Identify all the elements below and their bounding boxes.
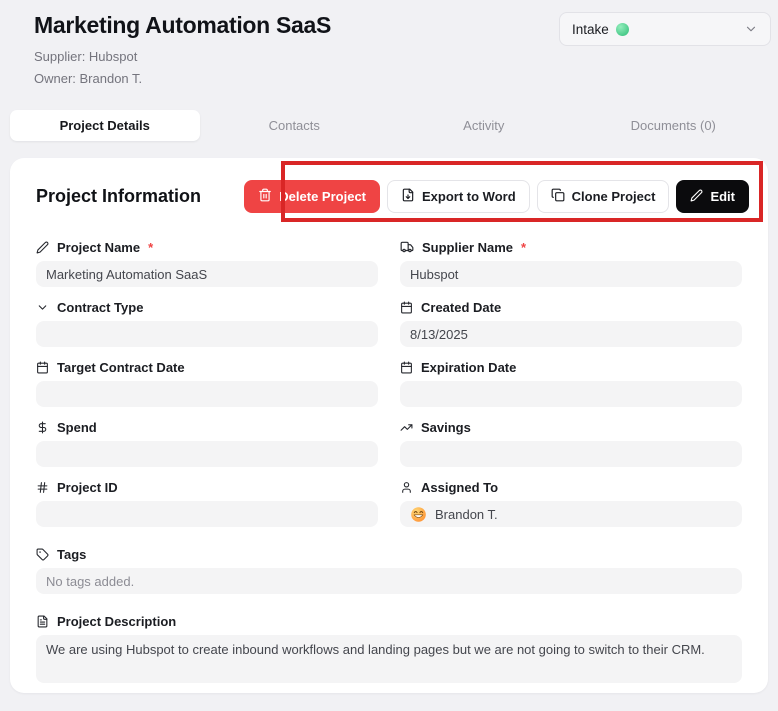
card-header: Project Information Delete Project Expor… xyxy=(10,158,768,213)
project-details-form: Project Name * Marketing Automation SaaS… xyxy=(10,213,768,683)
field-project-name: Project Name * Marketing Automation SaaS xyxy=(36,239,378,287)
pencil-icon xyxy=(690,189,703,205)
file-text-icon xyxy=(36,615,49,628)
field-expiration-date: Expiration Date xyxy=(400,359,742,407)
required-asterisk: * xyxy=(521,240,526,255)
field-label: Supplier Name xyxy=(422,240,513,255)
tab-activity[interactable]: Activity xyxy=(389,110,579,141)
field-label: Spend xyxy=(57,420,97,435)
project-id-value[interactable] xyxy=(36,501,378,527)
field-project-description: Project Description We are using Hubspot… xyxy=(36,613,742,683)
field-project-id: Project ID xyxy=(36,479,378,527)
hash-icon xyxy=(36,481,49,494)
user-icon xyxy=(400,481,413,494)
calendar-icon xyxy=(400,361,413,374)
project-description-value[interactable]: We are using Hubspot to create inbound w… xyxy=(36,635,742,683)
file-down-icon xyxy=(401,188,415,205)
field-label: Assigned To xyxy=(421,480,498,495)
supplier-name-value[interactable]: Hubspot xyxy=(400,261,742,287)
tab-bar: Project Details Contacts Activity Docume… xyxy=(10,110,768,141)
tab-project-details[interactable]: Project Details xyxy=(10,110,200,141)
field-label: Tags xyxy=(57,547,86,562)
project-detail-page: Marketing Automation SaaS Supplier: Hubs… xyxy=(0,0,778,711)
page-title: Marketing Automation SaaS xyxy=(34,12,331,39)
status-dropdown[interactable]: Intake xyxy=(559,12,771,46)
assigned-to-value[interactable]: Brandon T. xyxy=(400,501,742,527)
project-name-value[interactable]: Marketing Automation SaaS xyxy=(36,261,378,287)
pencil-icon xyxy=(36,241,49,254)
assignee-name: Brandon T. xyxy=(435,507,498,522)
field-label: Project ID xyxy=(57,480,118,495)
card-action-buttons: Delete Project Export to Word Clone Proj… xyxy=(244,180,749,213)
field-label: Savings xyxy=(421,420,471,435)
chevron-down-icon xyxy=(744,22,758,36)
field-label: Expiration Date xyxy=(421,360,516,375)
field-label: Project Description xyxy=(57,614,176,629)
trash-icon xyxy=(258,188,272,205)
trending-up-icon xyxy=(400,421,413,434)
created-date-value[interactable]: 8/13/2025 xyxy=(400,321,742,347)
field-tags: Tags No tags added. xyxy=(36,546,742,594)
field-label: Created Date xyxy=(421,300,501,315)
field-supplier-name: Supplier Name * Hubspot xyxy=(400,239,742,287)
owner-subtitle: Owner: Brandon T. xyxy=(34,71,142,86)
field-target-contract-date: Target Contract Date xyxy=(36,359,378,407)
status-dropdown-value: Intake xyxy=(572,22,609,37)
required-asterisk: * xyxy=(148,240,153,255)
field-assigned-to: Assigned To xyxy=(400,479,742,527)
expiration-date-value[interactable] xyxy=(400,381,742,407)
dollar-icon xyxy=(36,421,49,434)
project-information-card: Project Information Delete Project Expor… xyxy=(10,158,768,693)
tag-icon xyxy=(36,548,49,561)
clone-project-button[interactable]: Clone Project xyxy=(537,180,670,213)
calendar-icon xyxy=(400,301,413,314)
contract-type-value[interactable] xyxy=(36,321,378,347)
status-dot-icon xyxy=(616,23,629,36)
target-contract-date-value[interactable] xyxy=(36,381,378,407)
card-title: Project Information xyxy=(36,186,244,207)
copy-icon xyxy=(551,188,565,205)
delete-project-button[interactable]: Delete Project xyxy=(244,180,380,213)
tags-value[interactable]: No tags added. xyxy=(36,568,742,594)
field-label: Project Name xyxy=(57,240,140,255)
beaming-face-emoji xyxy=(410,506,427,523)
savings-value[interactable] xyxy=(400,441,742,467)
field-created-date: Created Date 8/13/2025 xyxy=(400,299,742,347)
calendar-icon xyxy=(36,361,49,374)
tab-documents[interactable]: Documents (0) xyxy=(579,110,769,141)
spend-value[interactable] xyxy=(36,441,378,467)
field-label: Target Contract Date xyxy=(57,360,185,375)
field-spend: Spend xyxy=(36,419,378,467)
field-label: Contract Type xyxy=(57,300,143,315)
truck-icon xyxy=(400,240,414,254)
tab-contacts[interactable]: Contacts xyxy=(200,110,390,141)
supplier-subtitle: Supplier: Hubspot xyxy=(34,49,137,64)
edit-button[interactable]: Edit xyxy=(676,180,749,213)
field-contract-type: Contract Type xyxy=(36,299,378,347)
field-savings: Savings xyxy=(400,419,742,467)
export-to-word-button[interactable]: Export to Word xyxy=(387,180,530,213)
chevron-down-icon xyxy=(36,301,49,314)
